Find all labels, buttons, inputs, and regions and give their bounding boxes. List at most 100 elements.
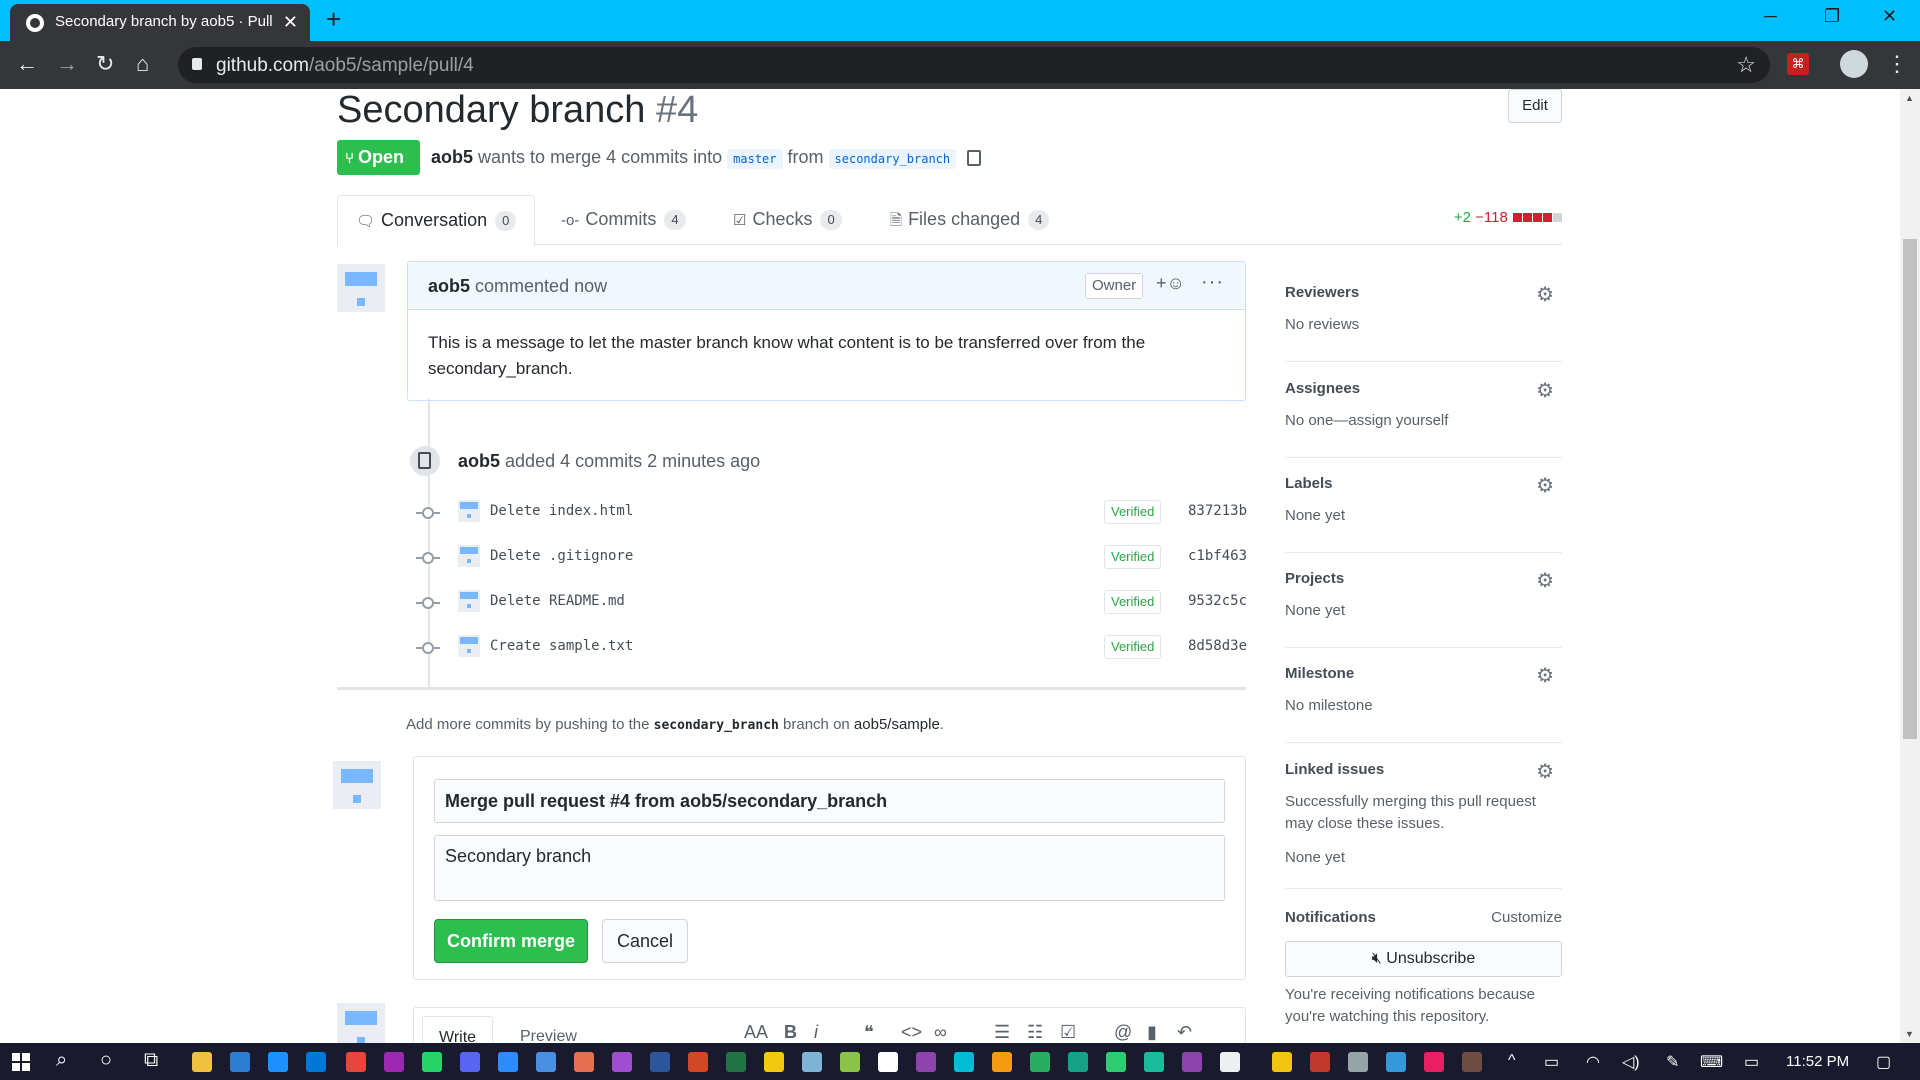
- windows-start-icon[interactable]: [12, 1053, 30, 1071]
- discord-icon[interactable]: [460, 1052, 480, 1072]
- forward-icon[interactable]: →: [56, 51, 78, 77]
- comment-author-link[interactable]: aob5: [428, 276, 470, 296]
- app-icon[interactable]: [1144, 1052, 1164, 1072]
- quote-icon[interactable]: ❝: [864, 1022, 874, 1043]
- customize-link[interactable]: Customize: [1491, 909, 1562, 926]
- app-icon[interactable]: [840, 1052, 860, 1072]
- more-options-icon[interactable]: ···: [1201, 271, 1224, 294]
- app-icon[interactable]: [916, 1052, 936, 1072]
- app-icon[interactable]: [878, 1052, 898, 1072]
- tab-checks[interactable]: ☑ Checks 0: [733, 195, 842, 245]
- powerpoint-icon[interactable]: [688, 1052, 708, 1072]
- app-icon[interactable]: [802, 1052, 822, 1072]
- scroll-up-icon[interactable]: ▲: [1905, 93, 1914, 103]
- reload-icon[interactable]: ↻: [96, 51, 114, 77]
- app-icon[interactable]: [384, 1052, 404, 1072]
- push-hint-repo[interactable]: aob5/sample: [854, 716, 940, 733]
- add-reaction-icon[interactable]: +☺: [1156, 273, 1185, 294]
- unsubscribe-button[interactable]: 🔇︎ Unsubscribe: [1285, 941, 1562, 977]
- chevron-up-icon[interactable]: ^: [1508, 1052, 1516, 1070]
- merge-title-input[interactable]: [434, 779, 1225, 823]
- whatsapp-icon[interactable]: [422, 1052, 442, 1072]
- pen-icon[interactable]: ✎: [1666, 1052, 1679, 1072]
- app-icon[interactable]: [574, 1052, 594, 1072]
- commit-message[interactable]: Delete README.md: [490, 593, 625, 609]
- app-icon[interactable]: [1106, 1052, 1126, 1072]
- verified-badge[interactable]: Verified: [1104, 545, 1162, 569]
- excel-icon[interactable]: [726, 1052, 746, 1072]
- sidebar-heading[interactable]: Assignees: [1285, 380, 1360, 397]
- gear-icon[interactable]: ⚙: [1536, 568, 1554, 593]
- edit-title-button[interactable]: Edit: [1508, 89, 1562, 123]
- write-tab[interactable]: Write: [422, 1016, 494, 1043]
- commit-message[interactable]: Create sample.txt: [490, 638, 633, 654]
- bulleted-list-icon[interactable]: ☰: [994, 1022, 1010, 1043]
- commit-sha[interactable]: 837213b: [1188, 503, 1247, 519]
- restore-window-icon[interactable]: ❐: [1824, 6, 1840, 27]
- gear-icon[interactable]: ⚙: [1536, 663, 1554, 688]
- tab-conversation[interactable]: 🗨 Conversation 0: [337, 195, 536, 246]
- sidebar-heading[interactable]: Labels: [1285, 475, 1333, 492]
- sidebar-heading[interactable]: Projects: [1285, 570, 1344, 587]
- sidebar-heading[interactable]: Milestone: [1285, 665, 1354, 682]
- tab-files-changed[interactable]: 🗎 Files changed 4: [890, 195, 1050, 245]
- avatar[interactable]: [337, 1003, 385, 1043]
- scroll-down-icon[interactable]: ▼: [1905, 1029, 1914, 1039]
- verified-badge[interactable]: Verified: [1104, 590, 1162, 614]
- app-icon[interactable]: [536, 1052, 556, 1072]
- commit-message[interactable]: Delete index.html: [490, 503, 633, 519]
- close-window-icon[interactable]: ✕: [1882, 6, 1897, 27]
- sidebar-value[interactable]: No one—assign yourself: [1285, 410, 1448, 432]
- link-icon[interactable]: ∞: [934, 1022, 947, 1043]
- commit-avatar[interactable]: [458, 500, 480, 522]
- cortana-icon[interactable]: ○: [100, 1049, 112, 1072]
- sidebar-heading[interactable]: Reviewers: [1285, 284, 1359, 301]
- edge-icon[interactable]: [306, 1052, 326, 1072]
- notifications-icon[interactable]: ▢: [1876, 1052, 1891, 1072]
- task-view-icon[interactable]: ⧉: [144, 1049, 158, 1072]
- code-icon[interactable]: <>: [901, 1022, 922, 1043]
- gear-icon[interactable]: ⚙: [1536, 473, 1554, 498]
- commit-message[interactable]: Delete .gitignore: [490, 548, 633, 564]
- app-icon[interactable]: [1424, 1052, 1444, 1072]
- pdf-extension-icon[interactable]: ⌘: [1787, 53, 1809, 75]
- search-icon[interactable]: ⌕: [56, 1049, 67, 1072]
- tab-commits[interactable]: -o- Commits 4: [561, 195, 686, 245]
- taskbar-clock[interactable]: 11:52 PM: [1786, 1053, 1849, 1070]
- commit-avatar[interactable]: [458, 590, 480, 612]
- gear-icon[interactable]: ⚙: [1536, 378, 1554, 403]
- display-icon[interactable]: ▭: [1744, 1052, 1759, 1072]
- avatar[interactable]: [337, 264, 385, 312]
- new-tab-button[interactable]: +: [326, 4, 341, 35]
- commit-avatar[interactable]: [458, 545, 480, 567]
- text-size-icon[interactable]: AA: [744, 1022, 768, 1043]
- app-icon[interactable]: [1030, 1052, 1050, 1072]
- profile-avatar[interactable]: [1840, 50, 1868, 78]
- word-icon[interactable]: [650, 1052, 670, 1072]
- cancel-button[interactable]: Cancel: [602, 919, 688, 963]
- gear-icon[interactable]: ⚙: [1536, 759, 1554, 784]
- app-icon[interactable]: [1386, 1052, 1406, 1072]
- comment-time[interactable]: commented now: [475, 276, 607, 296]
- gear-icon[interactable]: ⚙: [1536, 282, 1554, 307]
- zoom-icon[interactable]: [498, 1052, 518, 1072]
- internet-explorer-icon[interactable]: [268, 1052, 288, 1072]
- file-explorer-icon[interactable]: [192, 1052, 212, 1072]
- browser-menu-icon[interactable]: ⋮: [1886, 51, 1908, 77]
- mention-icon[interactable]: @: [1114, 1022, 1132, 1043]
- avatar[interactable]: [333, 761, 381, 809]
- reply-icon[interactable]: ↶: [1177, 1022, 1192, 1043]
- app-icon[interactable]: [954, 1052, 974, 1072]
- close-tab-icon[interactable]: ✕: [283, 12, 298, 33]
- confirm-merge-button[interactable]: Confirm merge: [434, 919, 588, 963]
- preview-tab[interactable]: Preview: [504, 1016, 593, 1043]
- battery-icon[interactable]: ▭: [1544, 1052, 1559, 1072]
- keyboard-icon[interactable]: ⌨: [1700, 1052, 1723, 1072]
- sidebar-heading[interactable]: Linked issues: [1285, 761, 1384, 778]
- chrome-icon[interactable]: [346, 1052, 366, 1072]
- commits-event-author[interactable]: aob5: [458, 451, 500, 471]
- browser-tab[interactable]: Secondary branch by aob5 · Pull ✕: [10, 4, 310, 41]
- app-icon[interactable]: [992, 1052, 1012, 1072]
- head-branch[interactable]: secondary_branch: [828, 149, 957, 169]
- commit-sha[interactable]: 8d58d3e: [1188, 638, 1247, 654]
